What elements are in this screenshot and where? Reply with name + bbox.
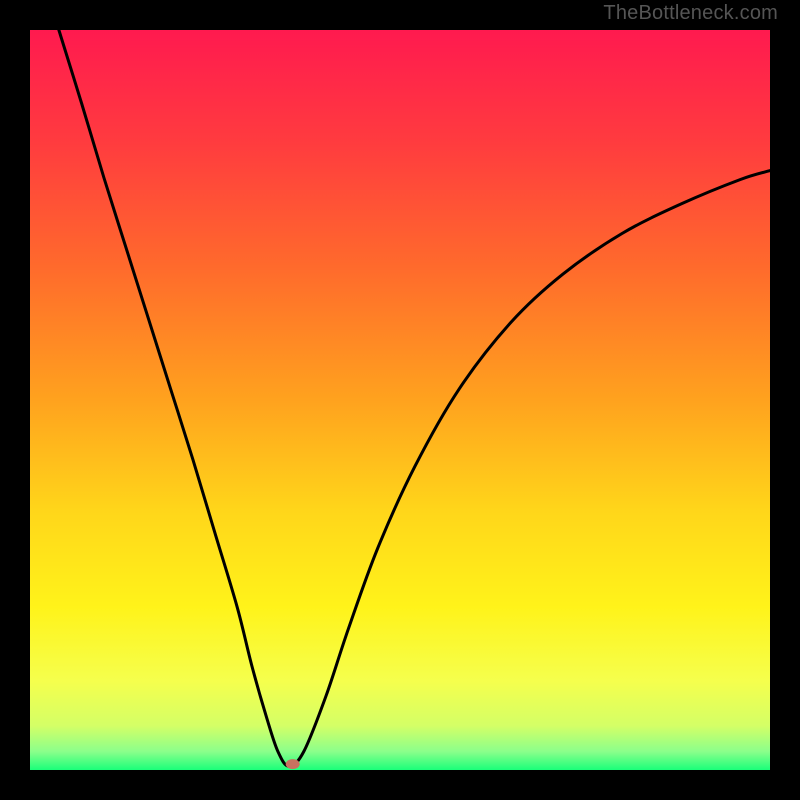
- optimal-point-marker: [286, 759, 300, 769]
- chart-frame: TheBottleneck.com: [0, 0, 800, 800]
- bottleneck-chart: [0, 0, 800, 800]
- watermark-text: TheBottleneck.com: [603, 2, 778, 25]
- plot-background: [30, 30, 770, 770]
